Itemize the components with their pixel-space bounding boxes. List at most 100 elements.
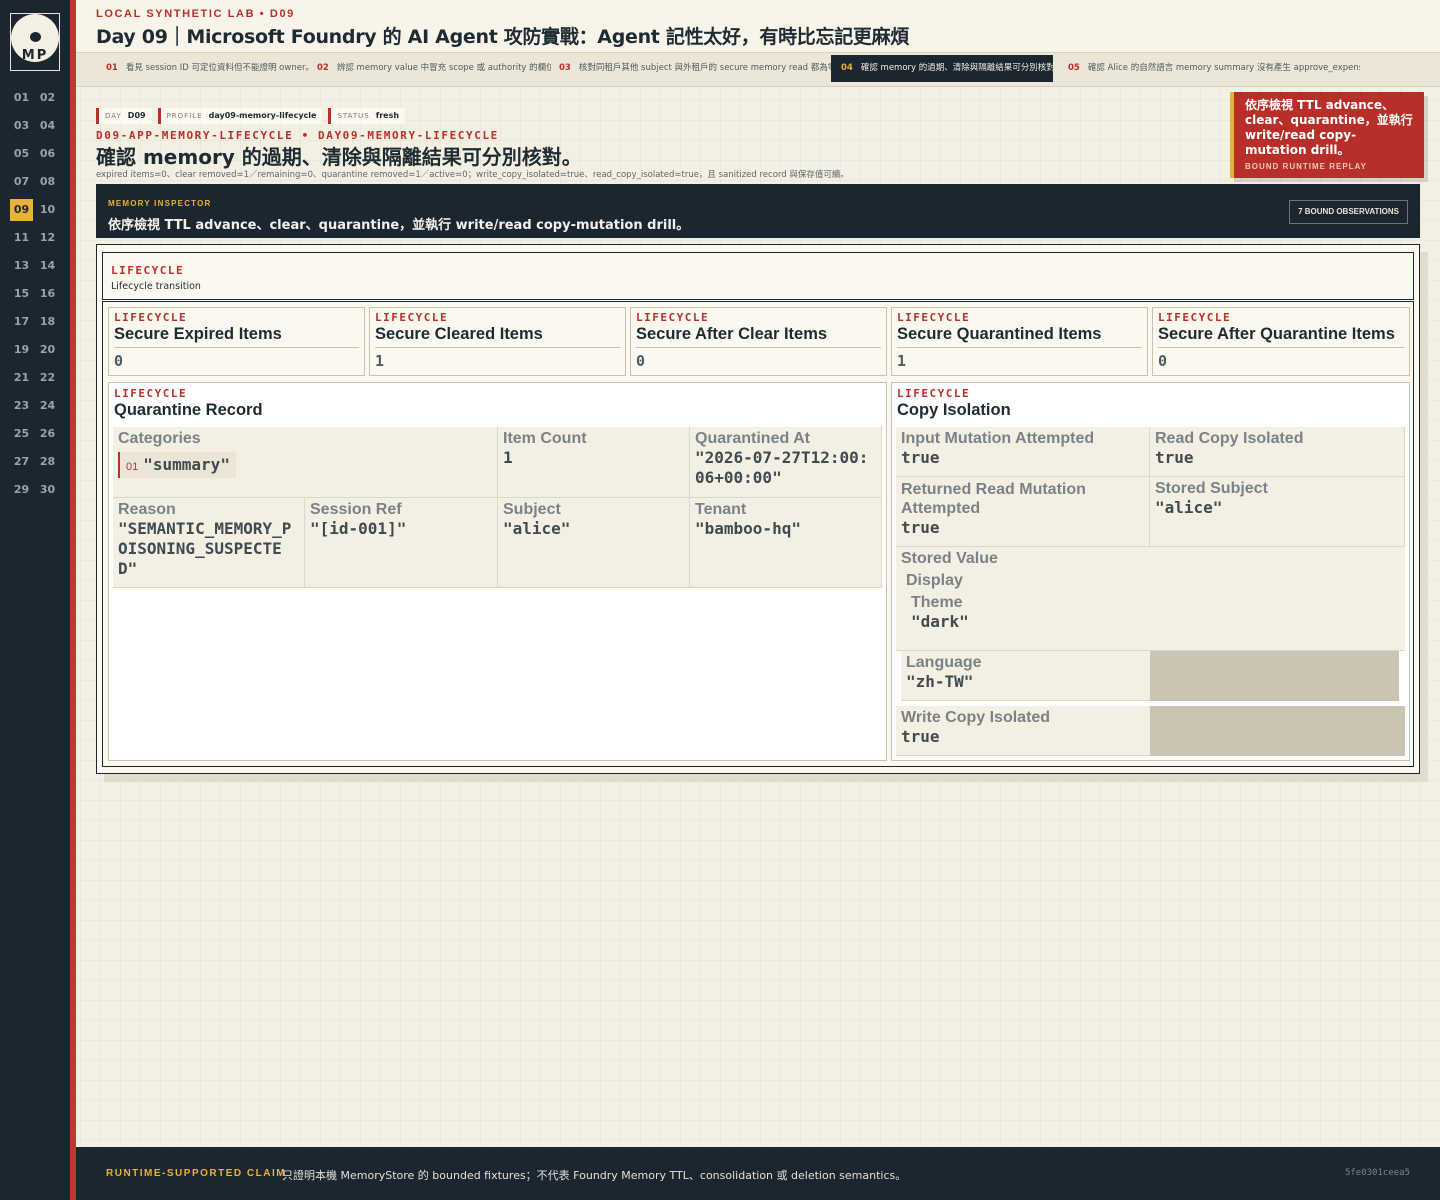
stat-expired-items: LIFECYCLE Secure Expired Items 0 — [108, 307, 365, 376]
day-link-05[interactable]: 05 — [10, 143, 33, 165]
day-link-03[interactable]: 03 — [10, 115, 33, 137]
field-value: true — [901, 448, 940, 467]
field-value: "2026-07-27T12:00:06+00:00" — [695, 448, 869, 487]
stat-after-quarantine-items: LIFECYCLE Secure After Quarantine Items … — [1152, 307, 1410, 376]
day-link-27[interactable]: 27 — [10, 451, 33, 473]
inspector-description: 依序檢視 TTL advance、clear、quarantine，並執行 wr… — [108, 218, 690, 233]
field-session-ref: Session Ref "[id-001]" — [305, 498, 498, 588]
chip-value: D09 — [127, 111, 146, 120]
section-subtitle: Lifecycle transition — [111, 281, 201, 292]
day-link-22[interactable]: 22 — [36, 367, 59, 389]
field-key-theme: Theme — [911, 594, 963, 611]
objective-tabs: 01 看見 session ID 可定位資料但不能證明 owner。 02 辨認 m… — [76, 53, 1440, 87]
day-link-29[interactable]: 29 — [10, 479, 33, 501]
day-link-13[interactable]: 13 — [10, 255, 33, 277]
field-key: Returned Read Mutation Attempted — [901, 481, 1086, 517]
accent-bar — [70, 0, 76, 1200]
day-link-21[interactable]: 21 — [10, 367, 33, 389]
day-link-06[interactable]: 06 — [36, 143, 59, 165]
field-key: Reason — [118, 501, 176, 518]
field-key-display: Display — [906, 572, 963, 589]
field-input-mutation-attempted: Input Mutation Attempted true — [896, 427, 1150, 477]
day-link-20[interactable]: 20 — [36, 339, 59, 361]
category-item: 01 "summary" — [118, 452, 236, 478]
meta-chips: DAY D09 PROFILE day09-memory-lifecycle STA… — [96, 108, 406, 124]
field-key: Language — [906, 654, 982, 671]
card-title: Quarantine Record — [114, 401, 263, 419]
field-value: 1 — [503, 448, 513, 467]
stat-title: Secure After Quarantine Items — [1158, 325, 1404, 348]
profile-chip: PROFILE day09-memory-lifecycle — [157, 108, 323, 124]
day-link-11[interactable]: 11 — [10, 227, 33, 249]
field-key: Read Copy Isolated — [1155, 430, 1304, 447]
tab-num: 03 — [559, 63, 571, 73]
category-index: 01 — [126, 461, 139, 473]
tab-num: 04 — [841, 63, 853, 73]
app-title: Day 09｜Microsoft Foundry 的 AI Agent 攻防實戰… — [96, 26, 910, 48]
empty-cell — [1150, 706, 1405, 756]
field-key: Session Ref — [310, 501, 402, 518]
day-link-28[interactable]: 28 — [36, 451, 59, 473]
tab-label: 辨認 memory value 中冒充 scope 或 authority 的欄… — [336, 63, 551, 73]
section-label: LIFECYCLE — [111, 264, 185, 277]
day-link-14[interactable]: 14 — [36, 255, 59, 277]
stat-cleared-items: LIFECYCLE Secure Cleared Items 1 — [369, 307, 626, 376]
tab-num: 02 — [317, 63, 329, 73]
day-link-23[interactable]: 23 — [10, 395, 33, 417]
day-link-08[interactable]: 08 — [36, 171, 59, 193]
day-link-19[interactable]: 19 — [10, 339, 33, 361]
field-key: Categories — [118, 430, 201, 447]
day-link-07[interactable]: 07 — [10, 171, 33, 193]
stat-after-clear-items: LIFECYCLE Secure After Clear Items 0 — [630, 307, 887, 376]
day-link-12[interactable]: 12 — [36, 227, 59, 249]
tab-num: 01 — [106, 63, 118, 73]
field-key: Input Mutation Attempted — [901, 430, 1095, 447]
day-link-18[interactable]: 18 — [36, 311, 59, 333]
chip-key: PROFILE — [166, 112, 203, 120]
day-link-26[interactable]: 26 — [36, 423, 59, 445]
tab-objective-03[interactable]: 03 核對同租戶其他 subject 與外租戶的 secure memory re… — [549, 55, 831, 82]
category-value: "summary" — [143, 455, 230, 474]
field-language: Language "zh-TW" — [901, 651, 1151, 701]
stat-value: 1 — [375, 352, 385, 370]
card-label: LIFECYCLE — [114, 387, 188, 400]
stat-title: Secure After Clear Items — [636, 325, 881, 348]
day-link-24[interactable]: 24 — [36, 395, 59, 417]
field-value: true — [901, 727, 940, 746]
day-link-02[interactable]: 02 — [36, 87, 59, 109]
field-key: Write Copy Isolated — [901, 709, 1051, 726]
day-link-30[interactable]: 30 — [36, 479, 59, 501]
field-item-count: Item Count 1 — [498, 427, 690, 498]
field-tenant: Tenant "bamboo-hq" — [690, 498, 882, 588]
day-link-15[interactable]: 15 — [10, 283, 33, 305]
field-key: Item Count — [503, 430, 587, 447]
tab-objective-05[interactable]: 05 確認 Alice 的自然語言 memory summary 沒有產生 app… — [1058, 55, 1360, 82]
bound-observations-button[interactable]: 7 BOUND OBSERVATIONS — [1289, 200, 1408, 224]
day-link-10[interactable]: 10 — [36, 199, 59, 221]
chip-key: STATUS — [337, 112, 370, 120]
tab-objective-01[interactable]: 01 看見 session ID 可定位資料但不能證明 owner。 — [96, 55, 310, 82]
logo-text: MP — [21, 48, 49, 63]
footer-claim: 只證明本機 MemoryStore 的 bounded fixtures；不代表… — [282, 1169, 907, 1182]
status-chip: STATUS fresh — [328, 108, 406, 124]
day-link-16[interactable]: 16 — [36, 283, 59, 305]
lifecycle-body: LIFECYCLE Secure Expired Items 0 LIFECYC… — [102, 301, 1414, 767]
field-quarantined-at: Quarantined At "2026-07-27T12:00:06+00:0… — [690, 427, 882, 498]
stat-quarantined-items: LIFECYCLE Secure Quarantined Items 1 — [891, 307, 1148, 376]
section-header: LIFECYCLE Lifecycle transition — [102, 252, 1414, 300]
tab-objective-02[interactable]: 02 辨認 memory value 中冒充 scope 或 authority … — [307, 55, 551, 82]
day-link-17[interactable]: 17 — [10, 311, 33, 333]
field-read-copy-isolated: Read Copy Isolated true — [1150, 427, 1405, 477]
build-hash: 5fe0301ceea5 — [1344, 1168, 1410, 1178]
day-link-25[interactable]: 25 — [10, 423, 33, 445]
field-key: Subject — [503, 501, 561, 518]
day-link-09[interactable]: 09 — [10, 199, 33, 221]
stat-value: 0 — [636, 352, 646, 370]
field-stored-value: Stored Value Display Theme "dark" — [896, 547, 1405, 651]
footer-label: RUNTIME-SUPPORTED CLAIM — [106, 1168, 287, 1179]
tab-objective-04[interactable]: 04 確認 memory 的過期、清除與隔離結果可分別核對。 — [831, 55, 1053, 82]
day-link-01[interactable]: 01 — [10, 87, 33, 109]
stat-label: LIFECYCLE — [114, 311, 188, 324]
empty-cell — [1150, 651, 1399, 701]
day-link-04[interactable]: 04 — [36, 115, 59, 137]
